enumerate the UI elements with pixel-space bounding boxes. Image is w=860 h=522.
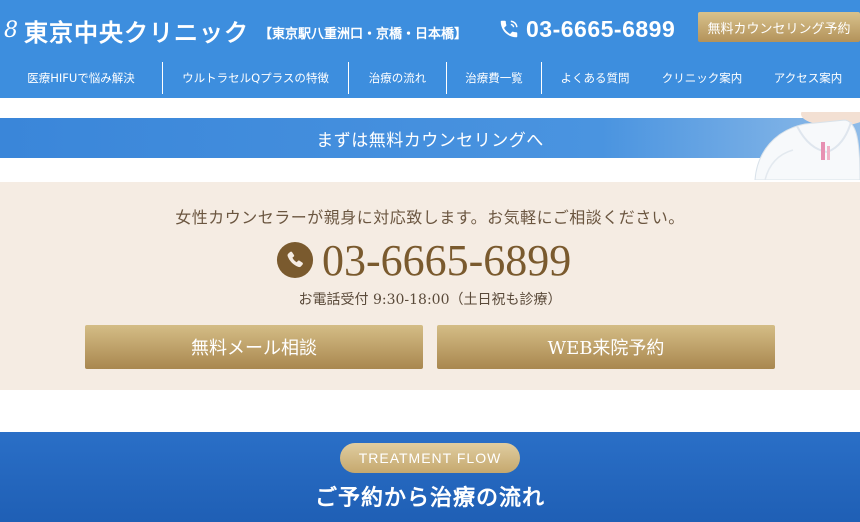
phone-hours-text: お電話受付 9:30-18:00（土日祝も診療） [298, 292, 562, 308]
contact-phone-link[interactable]: 03-6665-6899 [276, 234, 571, 286]
web-reservation-button[interactable]: WEB来院予約 [437, 325, 775, 369]
nav-item-flow[interactable]: 治療の流れ [349, 62, 447, 94]
phone-circle-icon [276, 241, 314, 279]
phone-icon [500, 20, 518, 38]
treatment-flow-section: TREATMENT FLOW ご予約から治療の流れ [0, 432, 860, 522]
nav-item-prices[interactable]: 治療費一覧 [447, 62, 542, 94]
header-phone-number: 03-6665-6899 [526, 15, 676, 42]
free-counseling-button[interactable]: 無料カウンセリング予約 [698, 12, 860, 42]
nav-item-features[interactable]: ウルトラセルQプラスの特徴 [163, 62, 349, 94]
clinic-locations: 【東京駅八重洲口・京橋・日本橋】 [259, 26, 468, 42]
contact-phone-number: 03-6665-6899 [322, 235, 572, 285]
nav-item-faq[interactable]: よくある質問 [542, 62, 648, 94]
nurse-image [754, 112, 860, 180]
site-header: 8 東京中央クリニック 【東京駅八重洲口・京橋・日本橋】 03-6665-689… [0, 0, 860, 58]
contact-lead-text: 女性カウンセラーが親身に対応致します。お気軽にご相談ください。 [175, 208, 685, 227]
clinic-logo[interactable]: 8 東京中央クリニック 【東京駅八重洲口・京橋・日本橋】 [4, 12, 467, 48]
nav-item-access[interactable]: アクセス案内 [756, 62, 860, 94]
nav-item-hifu[interactable]: 医療HIFUで悩み解決 [0, 62, 163, 94]
treatment-flow-badge: TREATMENT FLOW [340, 443, 520, 473]
header-phone-link[interactable]: 03-6665-6899 [498, 14, 675, 44]
treatment-flow-title: ご予約から治療の流れ [314, 485, 545, 511]
contact-section: 女性カウンセラーが親身に対応致します。お気軽にご相談ください。 03-6665-… [0, 182, 860, 390]
logo-mark: 8 [4, 17, 18, 43]
main-nav: 医療HIFUで悩み解決 ウルトラセルQプラスの特徴 治療の流れ 治療費一覧 よく… [0, 58, 860, 98]
banner-text: まずは無料カウンセリングへ [316, 130, 544, 151]
counseling-banner[interactable]: まずは無料カウンセリングへ [0, 112, 860, 180]
nav-item-clinic[interactable]: クリニック案内 [648, 62, 756, 94]
clinic-name: 東京中央クリニック [24, 17, 249, 47]
mail-consult-button[interactable]: 無料メール相談 [85, 325, 423, 369]
